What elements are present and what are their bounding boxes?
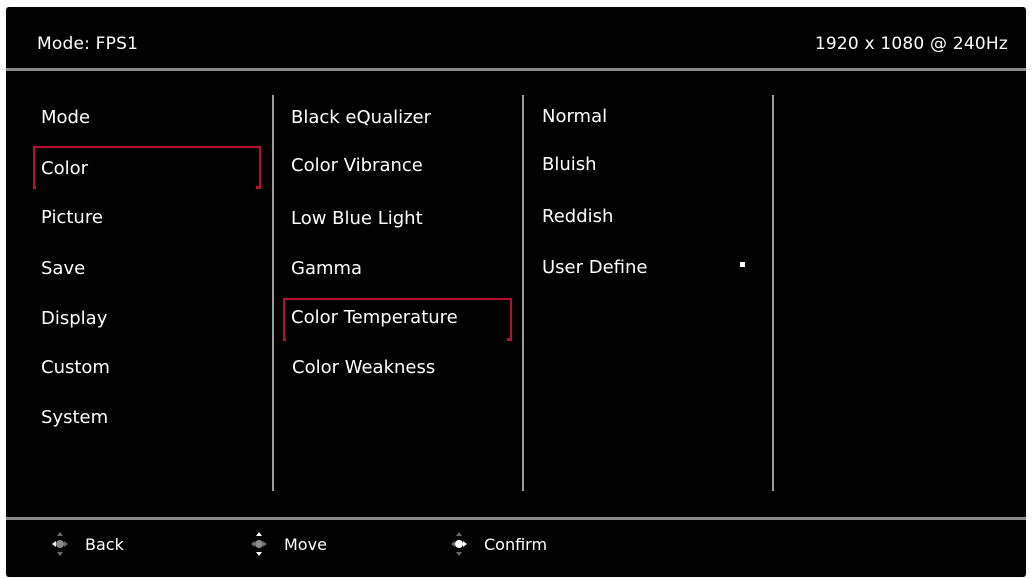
- selection-corner: [256, 186, 259, 189]
- option-user-define[interactable]: User Define: [542, 257, 648, 278]
- footer-confirm[interactable]: Confirm: [450, 527, 547, 561]
- footer-move-label: Move: [284, 534, 327, 554]
- menu-item-color-vibrance[interactable]: Color Vibrance: [291, 155, 423, 176]
- menu-item-color-temperature[interactable]: Color Temperature: [291, 307, 458, 328]
- joystick-updown-icon: [250, 531, 268, 557]
- footer-move[interactable]: Move: [250, 527, 327, 561]
- footer-divider: [6, 517, 1026, 520]
- submenu-indicator-icon: [740, 262, 745, 267]
- footer-back-label: Back: [85, 534, 124, 554]
- menu-item-display[interactable]: Display: [41, 308, 107, 329]
- menu-item-system[interactable]: System: [41, 407, 108, 428]
- footer-back[interactable]: Back: [51, 527, 124, 561]
- option-reddish[interactable]: Reddish: [542, 206, 613, 227]
- menu-item-black-equalizer[interactable]: Black eQualizer: [291, 107, 431, 128]
- menu-item-low-blue-light[interactable]: Low Blue Light: [291, 208, 423, 229]
- header-divider: [6, 68, 1026, 71]
- option-normal[interactable]: Normal: [542, 106, 607, 127]
- selection-corner: [507, 338, 510, 341]
- joystick-left-icon: [51, 531, 69, 557]
- menu-item-mode[interactable]: Mode: [41, 107, 90, 128]
- option-bluish[interactable]: Bluish: [542, 154, 597, 175]
- selection-corner: [33, 186, 36, 189]
- menu-item-color-weakness[interactable]: Color Weakness: [292, 357, 435, 378]
- menu-item-custom[interactable]: Custom: [41, 357, 110, 378]
- resolution-label: 1920 x 1080 @ 240Hz: [814, 34, 1008, 54]
- osd-menu: Mode: FPS1 1920 x 1080 @ 240Hz Mode Colo…: [6, 7, 1026, 577]
- column-divider: [272, 95, 274, 491]
- menu-item-save[interactable]: Save: [41, 258, 85, 279]
- selection-corner: [283, 338, 286, 341]
- menu-item-picture[interactable]: Picture: [41, 207, 103, 228]
- joystick-press-icon: [450, 531, 468, 557]
- menu-item-color[interactable]: Color: [41, 158, 88, 179]
- osd-header: Mode: FPS1 1920 x 1080 @ 240Hz: [6, 7, 1026, 68]
- column-divider: [522, 95, 524, 491]
- current-mode-label: Mode: FPS1: [37, 34, 139, 54]
- footer-confirm-label: Confirm: [484, 534, 548, 554]
- menu-item-gamma[interactable]: Gamma: [291, 258, 362, 279]
- column-divider: [772, 95, 774, 491]
